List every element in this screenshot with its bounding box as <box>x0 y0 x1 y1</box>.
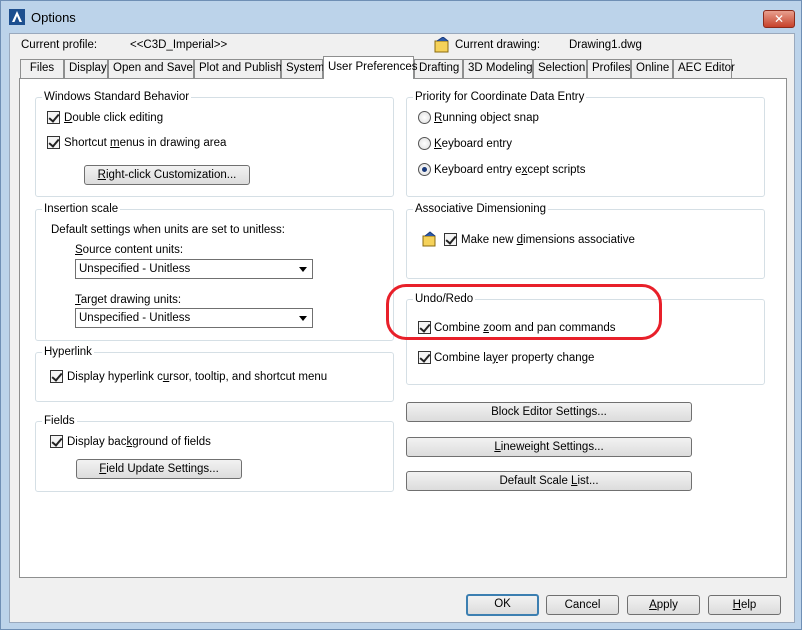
priority-group: Priority for Coordinate Data Entry Runni… <box>406 90 765 197</box>
tab-profiles[interactable]: Profiles <box>587 59 631 78</box>
associative-dimension-icon <box>422 231 436 247</box>
access-key: y <box>492 352 498 364</box>
double-click-label: Double click editing <box>64 112 164 124</box>
current-drawing-label: Current drawing: <box>455 39 541 51</box>
cancel-button[interactable]: Cancel <box>546 595 619 615</box>
fields-group: Fields Display background of fields Fiel… <box>35 414 394 492</box>
ok-button[interactable]: OK <box>466 594 539 616</box>
priority-radio-2[interactable] <box>418 163 431 176</box>
help-button[interactable]: Help <box>708 595 781 615</box>
priority-option-label: Running object snap <box>434 112 539 124</box>
associative-dimensioning-group: Associative Dimensioning Make new dimens… <box>406 202 765 279</box>
priority-title: Priority for Coordinate Data Entry <box>413 90 587 104</box>
access-key: g <box>585 406 592 418</box>
target-units-value: Unspecified - Unitless <box>79 312 191 324</box>
options-dialog: Options ✕ Current profile: <<C3D_Imperia… <box>0 0 802 630</box>
priority-radio-1[interactable] <box>418 137 431 150</box>
access-key: R <box>97 169 106 181</box>
display-hyperlink-checkbox[interactable] <box>50 370 63 383</box>
hyperlink-group: Hyperlink Display hyperlink cursor, tool… <box>35 345 394 402</box>
chevron-down-icon <box>299 267 307 272</box>
access-key: L <box>494 441 501 453</box>
tab-online[interactable]: Online <box>631 59 673 78</box>
priority-radio-0[interactable] <box>418 111 431 124</box>
fields-title: Fields <box>42 414 77 428</box>
priority-option-label: Keyboard entry except scripts <box>434 164 586 176</box>
double-click-checkbox[interactable] <box>47 111 60 124</box>
access-key: m <box>110 137 120 149</box>
insertion-scale-desc: Default settings when units are set to u… <box>51 224 285 236</box>
source-units-label: Source content units: <box>75 244 184 256</box>
access-key: x <box>521 164 528 176</box>
windows-behavior-group: Windows Standard Behavior Double click e… <box>35 90 394 197</box>
combine-layer-change-label: Combine layer property change <box>434 352 595 364</box>
chevron-down-icon <box>299 316 307 321</box>
block-editor-settings-button[interactable]: Block Editor Settings... <box>406 402 692 422</box>
source-units-select[interactable]: Unspecified - Unitless <box>75 259 313 279</box>
title-bar[interactable]: Options ✕ <box>1 1 801 33</box>
display-background-checkbox[interactable] <box>50 435 63 448</box>
priority-option-label: Keyboard entry <box>434 138 512 150</box>
window-title: Options <box>31 10 76 25</box>
access-key: L <box>571 475 578 487</box>
tab-open-and-save[interactable]: Open and Save <box>108 59 194 78</box>
tab-aec-editor[interactable]: AEC Editor <box>673 59 735 78</box>
access-key: k <box>126 436 133 448</box>
access-key: H <box>732 599 741 611</box>
target-units-label: Target drawing units: <box>75 294 182 306</box>
tab-display[interactable]: Display <box>64 59 108 78</box>
tab-plot-and-publish[interactable]: Plot and Publish <box>194 59 282 78</box>
drawing-file-icon <box>434 37 449 53</box>
default-scale-list-button[interactable]: Default Scale List... <box>406 471 692 491</box>
field-update-settings-button[interactable]: Field Update Settings... <box>76 459 242 479</box>
access-key: A <box>649 599 657 611</box>
access-key: u <box>162 371 170 383</box>
display-background-label: Display background of fields <box>67 436 211 448</box>
access-key: F <box>99 463 107 475</box>
autocad-app-icon <box>9 9 25 25</box>
right-click-customization-button[interactable]: Right-click Customization... <box>84 165 250 185</box>
tab-3d-modeling[interactable]: 3D Modeling <box>463 59 533 78</box>
tab-drafting[interactable]: Drafting <box>414 59 463 78</box>
access-key: R <box>434 112 443 124</box>
lineweight-settings-button[interactable]: Lineweight Settings... <box>406 437 692 457</box>
insertion-scale-title: Insertion scale <box>42 202 121 216</box>
access-key: T <box>75 294 81 306</box>
tab-selection[interactable]: Selection <box>533 59 587 78</box>
source-units-value: Unspecified - Unitless <box>79 263 191 275</box>
access-key: D <box>64 112 73 124</box>
tab-user-preferences[interactable]: User Preferences <box>323 56 417 79</box>
shortcut-menus-label: Shortcut menus in drawing area <box>64 137 227 149</box>
access-key: d <box>516 234 524 246</box>
tab-files[interactable]: Files <box>20 59 64 78</box>
target-units-select[interactable]: Unspecified - Unitless <box>75 308 313 328</box>
close-button[interactable]: ✕ <box>763 10 795 28</box>
current-profile-value: <<C3D_Imperial>> <box>130 39 228 51</box>
current-drawing-value: Drawing1.dwg <box>569 39 642 51</box>
make-new-dimensions-label: Make new dimensions associative <box>461 234 635 246</box>
shortcut-menus-checkbox[interactable] <box>47 136 60 149</box>
red-highlight-circle <box>386 284 662 340</box>
display-hyperlink-label: Display hyperlink cursor, tooltip, and s… <box>67 371 328 383</box>
insertion-scale-group: Insertion scale Default settings when un… <box>35 202 394 341</box>
make-new-dimensions-checkbox[interactable] <box>444 233 457 246</box>
access-key: S <box>75 244 83 256</box>
apply-button[interactable]: Apply <box>627 595 700 615</box>
combine-layer-change-checkbox[interactable] <box>418 351 431 364</box>
windows-behavior-title: Windows Standard Behavior <box>42 90 192 104</box>
tab-system[interactable]: System <box>281 59 324 78</box>
hyperlink-title: Hyperlink <box>42 345 94 359</box>
access-key: K <box>434 138 442 150</box>
associative-dimensioning-title: Associative Dimensioning <box>413 202 549 216</box>
current-profile-label: Current profile: <box>21 39 98 51</box>
